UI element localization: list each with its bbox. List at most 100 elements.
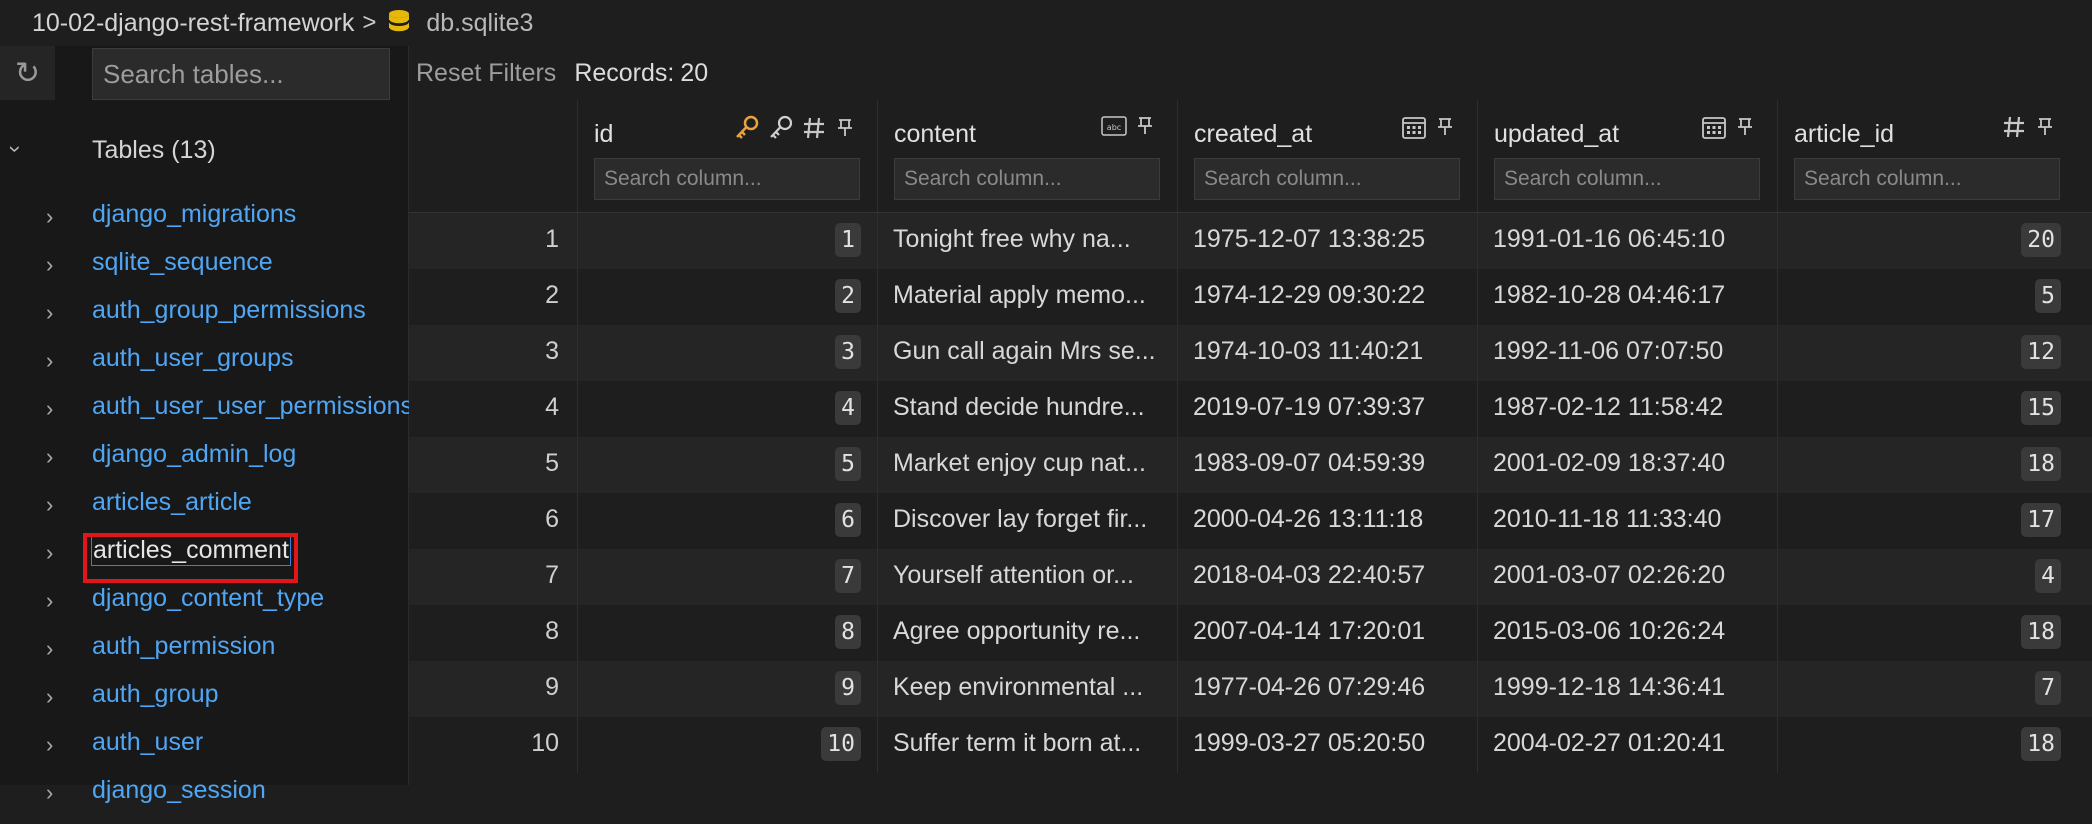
table-row[interactable]: 5 5 Market enjoy cup nat... 1983-09-07 04:5… — [409, 437, 2092, 493]
chevron-right-icon[interactable]: › — [46, 444, 53, 470]
sidebar-table-item[interactable]: › articles_comment — [0, 533, 408, 584]
pin-icon[interactable] — [1133, 114, 1157, 138]
cell-updated-at[interactable]: 2010-11-18 11:33:40 — [1493, 505, 1721, 534]
cell-created-at[interactable]: 2018-04-03 22:40:57 — [1193, 561, 1425, 590]
sidebar-table-item[interactable]: › django_migrations — [0, 200, 408, 248]
sidebar-table-item[interactable]: › django_session — [0, 776, 408, 824]
cell-article-id[interactable]: 7 — [2035, 671, 2061, 705]
sidebar-table-name[interactable]: auth_group — [92, 680, 219, 709]
cell-id[interactable]: 1 — [835, 223, 861, 257]
cell-article-id[interactable]: 4 — [2035, 559, 2061, 593]
cell-article-id[interactable]: 18 — [2021, 615, 2061, 649]
cell-id[interactable]: 2 — [835, 279, 861, 313]
table-row[interactable]: 9 9 Keep environmental ... 1977-04-26 07:29… — [409, 661, 2092, 717]
breadcrumb-folder[interactable]: 10-02-django-rest-framework — [32, 9, 354, 38]
tables-section-header[interactable]: › Tables (13) — [0, 130, 408, 170]
column-search-input[interactable] — [594, 158, 860, 200]
cell-created-at[interactable]: 1999-03-27 05:20:50 — [1193, 729, 1425, 758]
column-search-input[interactable] — [1794, 158, 2060, 200]
cell-id[interactable]: 9 — [835, 671, 861, 705]
sidebar-table-name[interactable]: auth_user — [92, 728, 203, 757]
sidebar-table-name[interactable]: articles_article — [92, 488, 252, 517]
sidebar-table-name[interactable]: django_content_type — [92, 584, 324, 613]
chevron-right-icon[interactable]: › — [46, 540, 53, 566]
cell-content[interactable]: Stand decide hundre... — [893, 393, 1145, 422]
cell-id[interactable]: 5 — [835, 447, 861, 481]
column-header-created-at[interactable]: created_at — [1177, 100, 1477, 212]
cell-updated-at[interactable]: 2001-03-07 02:26:20 — [1493, 561, 1725, 590]
table-row[interactable]: 10 10 Suffer term it born at... 1999-03-27 … — [409, 717, 2092, 773]
column-search-input[interactable] — [894, 158, 1160, 200]
chevron-right-icon[interactable]: › — [46, 252, 53, 278]
sidebar-table-item[interactable]: › sqlite_sequence — [0, 248, 408, 296]
breadcrumb-file[interactable]: db.sqlite3 — [426, 9, 533, 38]
cell-article-id[interactable]: 5 — [2035, 279, 2061, 313]
table-row[interactable]: 8 8 Agree opportunity re... 2007-04-14 17:2… — [409, 605, 2092, 661]
cell-article-id[interactable]: 20 — [2021, 223, 2061, 257]
pin-icon[interactable] — [1733, 115, 1757, 139]
column-title[interactable]: article_id — [1794, 120, 1894, 149]
cell-created-at[interactable]: 2000-04-26 13:11:18 — [1193, 505, 1423, 534]
sidebar-table-item[interactable]: › auth_permission — [0, 632, 408, 680]
table-row[interactable]: 7 7 Yourself attention or... 2018-04-03 22:… — [409, 549, 2092, 605]
chevron-right-icon[interactable]: › — [46, 204, 53, 230]
cell-content[interactable]: Agree opportunity re... — [893, 617, 1140, 646]
cell-id[interactable]: 3 — [835, 335, 861, 369]
cell-content[interactable]: Keep environmental ... — [893, 673, 1143, 702]
column-header-updated-at[interactable]: updated_at — [1477, 100, 1777, 212]
column-header-id[interactable]: id — [577, 100, 877, 212]
cell-content[interactable]: Discover lay forget fir... — [893, 505, 1147, 534]
table-row[interactable]: 1 1 Tonight free why na... 1975-12-07 13:38… — [409, 213, 2092, 269]
sidebar-table-item[interactable]: › django_content_type — [0, 584, 408, 632]
pin-icon[interactable] — [833, 116, 857, 140]
column-title[interactable]: updated_at — [1494, 120, 1619, 149]
cell-created-at[interactable]: 1983-09-07 04:59:39 — [1193, 449, 1425, 478]
sidebar-table-item[interactable]: › auth_group — [0, 680, 408, 728]
sidebar-table-name[interactable]: sqlite_sequence — [92, 248, 273, 277]
sidebar-table-item[interactable]: › auth_user — [0, 728, 408, 776]
sidebar-table-name[interactable]: auth_user_user_permissions — [92, 392, 413, 421]
chevron-right-icon[interactable]: › — [46, 300, 53, 326]
sidebar-table-item[interactable]: › auth_group_permissions — [0, 296, 408, 344]
column-search-input[interactable] — [1494, 158, 1760, 200]
cell-created-at[interactable]: 1975-12-07 13:38:25 — [1193, 225, 1425, 254]
chevron-right-icon[interactable]: › — [46, 588, 53, 614]
cell-content[interactable]: Material apply memo... — [893, 281, 1146, 310]
cell-created-at[interactable]: 1974-12-29 09:30:22 — [1193, 281, 1425, 310]
sidebar-table-item[interactable]: › articles_article — [0, 488, 408, 536]
chevron-right-icon[interactable]: › — [46, 684, 53, 710]
chevron-right-icon[interactable]: › — [46, 636, 53, 662]
cell-updated-at[interactable]: 1992-11-06 07:07:50 — [1493, 337, 1723, 366]
cell-content[interactable]: Yourself attention or... — [893, 561, 1134, 590]
pin-icon[interactable] — [2033, 115, 2057, 139]
column-search-input[interactable] — [1194, 158, 1460, 200]
sidebar-table-name[interactable]: django_session — [92, 776, 266, 805]
cell-content[interactable]: Tonight free why na... — [893, 225, 1131, 254]
sidebar-table-item[interactable]: › django_admin_log — [0, 440, 408, 488]
refresh-icon[interactable]: ↻ — [0, 46, 55, 100]
reset-filters-button[interactable]: Reset Filters — [416, 59, 556, 88]
table-row[interactable]: 4 4 Stand decide hundre... 2019-07-19 07:39… — [409, 381, 2092, 437]
column-title[interactable]: id — [594, 120, 613, 149]
cell-article-id[interactable]: 15 — [2021, 391, 2061, 425]
cell-created-at[interactable]: 2007-04-14 17:20:01 — [1193, 617, 1425, 646]
cell-content[interactable]: Suffer term it born at... — [893, 729, 1141, 758]
search-tables-input[interactable] — [92, 48, 390, 100]
cell-id[interactable]: 7 — [835, 559, 861, 593]
cell-content[interactable]: Market enjoy cup nat... — [893, 449, 1146, 478]
table-row[interactable]: 2 2 Material apply memo... 1974-12-29 09:30… — [409, 269, 2092, 325]
cell-created-at[interactable]: 2019-07-19 07:39:37 — [1193, 393, 1425, 422]
cell-id[interactable]: 10 — [821, 727, 861, 761]
cell-updated-at[interactable]: 2015-03-06 10:26:24 — [1493, 617, 1725, 646]
cell-updated-at[interactable]: 1999-12-18 14:36:41 — [1493, 673, 1725, 702]
cell-created-at[interactable]: 1977-04-26 07:29:46 — [1193, 673, 1425, 702]
chevron-right-icon[interactable]: › — [46, 348, 53, 374]
chevron-right-icon[interactable]: › — [46, 780, 53, 806]
cell-updated-at[interactable]: 2004-02-27 01:20:41 — [1493, 729, 1725, 758]
cell-updated-at[interactable]: 1982-10-28 04:46:17 — [1493, 281, 1725, 310]
chevron-right-icon[interactable]: › — [46, 732, 53, 758]
column-header-article-id[interactable]: article_id — [1777, 100, 2077, 212]
cell-article-id[interactable]: 18 — [2021, 447, 2061, 481]
sidebar-table-item[interactable]: › auth_user_groups — [0, 344, 408, 392]
sidebar-table-name[interactable]: django_admin_log — [92, 440, 296, 469]
